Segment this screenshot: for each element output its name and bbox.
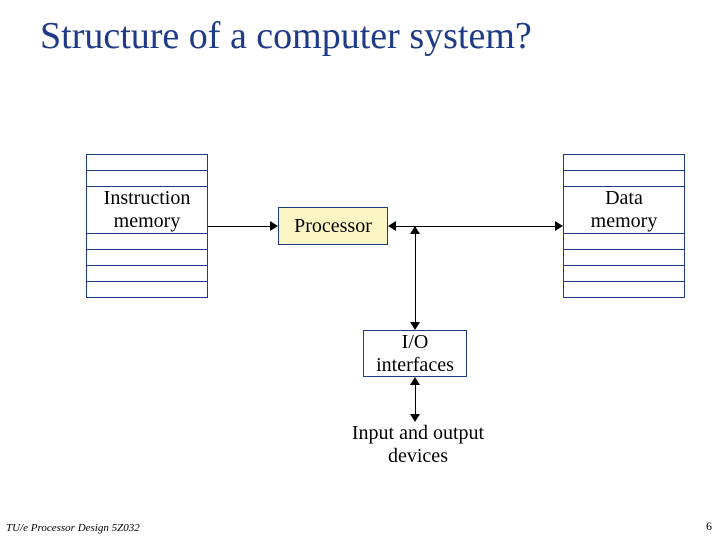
text: Data memory [591,187,658,233]
arrowhead [410,414,420,422]
arrowhead [410,226,420,234]
mem-row [564,250,684,266]
mem-row [564,171,684,187]
io-interfaces-label: I/O interfaces [376,331,454,377]
io-interfaces-block: I/O interfaces [363,330,467,377]
processor-block: Processor [278,207,388,245]
text: Input and output devices [352,422,484,467]
mem-row [87,234,207,250]
mem-row [87,171,207,187]
slide: Structure of a computer system? Instruct… [0,0,720,540]
processor-label: Processor [294,215,372,238]
arrowhead [388,221,396,231]
page-title: Structure of a computer system? [40,14,532,58]
arrow-bus-to-io [415,234,416,322]
mem-row [564,155,684,171]
arrowhead [270,221,278,231]
instruction-memory-label: Instruction memory [87,187,207,234]
arrow-io-to-devices [415,385,416,414]
text: Instruction memory [104,187,191,233]
io-devices-label: Input and output devices [333,422,503,468]
footer-text: TU/e Processor Design 5Z032 [6,522,140,534]
mem-row [87,282,207,297]
instruction-memory-block: Instruction memory [86,154,208,298]
mem-row [564,282,684,297]
mem-row [87,155,207,171]
mem-row [87,250,207,266]
arrowhead [555,221,563,231]
data-memory-block: Data memory [563,154,685,298]
mem-row [564,234,684,250]
arrow-imem-to-proc [208,226,270,227]
mem-row [564,266,684,282]
data-memory-label: Data memory [564,187,684,234]
arrowhead [410,377,420,385]
page-number: 6 [706,519,712,534]
mem-row [87,266,207,282]
arrowhead [410,322,420,330]
